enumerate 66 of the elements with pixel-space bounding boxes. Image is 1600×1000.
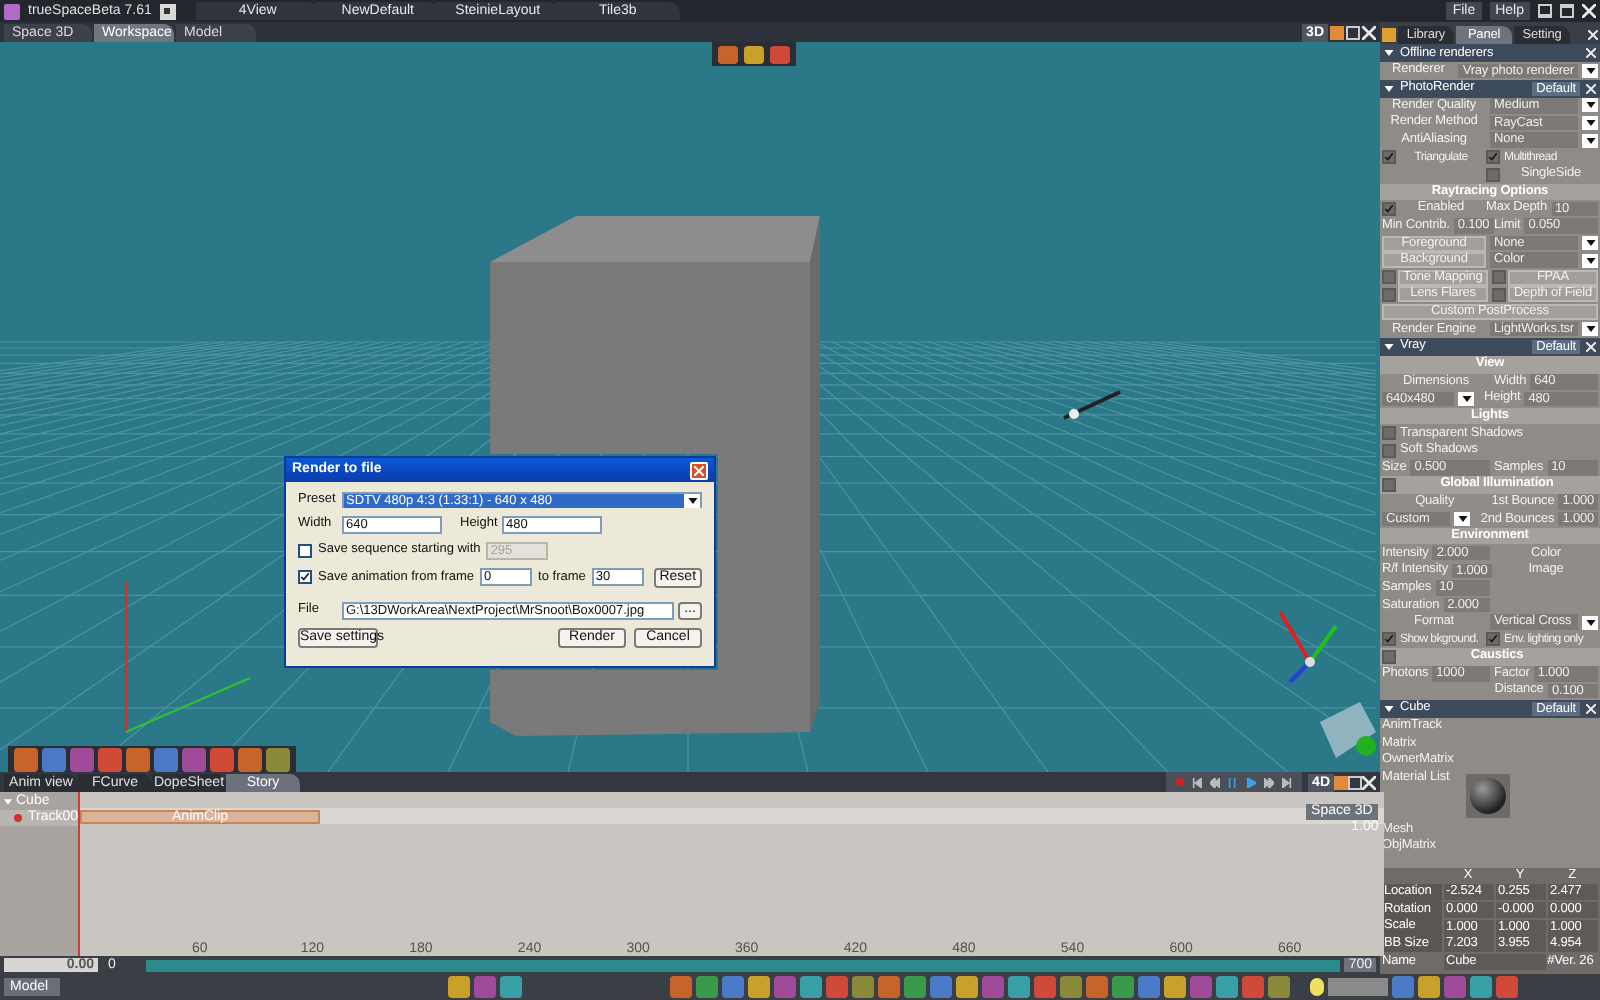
checkbox[interactable]: [1492, 287, 1506, 302]
pause-icon[interactable]: [1228, 777, 1239, 787]
checkbox[interactable]: [1486, 167, 1500, 182]
tool-icon[interactable]: [748, 976, 770, 998]
checkbox[interactable]: [1382, 270, 1396, 285]
checkbox[interactable]: [1382, 443, 1396, 458]
close-icon[interactable]: [1586, 83, 1596, 94]
checkbox[interactable]: [1486, 632, 1500, 647]
dropdown-icon[interactable]: [1582, 115, 1598, 130]
dropdown-icon[interactable]: [1582, 133, 1598, 148]
rewind-icon[interactable]: [1210, 777, 1221, 787]
checkbox[interactable]: [1492, 270, 1506, 285]
checkbox[interactable]: [1382, 201, 1396, 216]
close-icon[interactable]: [1586, 341, 1596, 352]
blank-field[interactable]: [1328, 978, 1388, 996]
close-button[interactable]: [690, 461, 708, 479]
dropdown-icon[interactable]: [1458, 391, 1474, 406]
collapse-icon[interactable]: [1384, 705, 1394, 712]
skip-back-icon[interactable]: [1192, 777, 1203, 787]
fast-forward-icon[interactable]: [1264, 777, 1275, 787]
dropdown-icon[interactable]: [1582, 615, 1598, 630]
tool-icon[interactable]: [448, 976, 470, 998]
checkbox[interactable]: [298, 570, 312, 584]
record-icon[interactable]: [1176, 778, 1185, 786]
collapse-icon[interactable]: [1384, 85, 1394, 92]
checkbox[interactable]: [1382, 287, 1396, 302]
play-icon[interactable]: [1246, 777, 1257, 787]
time-scrollbar[interactable]: [146, 959, 1341, 971]
dropdown-icon[interactable]: [1454, 512, 1471, 527]
close-icon[interactable]: [1582, 4, 1596, 18]
dropdown-icon[interactable]: [1582, 98, 1598, 113]
tool-icon[interactable]: [956, 976, 978, 998]
close-icon[interactable]: [1362, 776, 1376, 790]
material-sphere-icon[interactable]: [1465, 773, 1510, 818]
close-icon[interactable]: [1586, 703, 1596, 714]
axis-gizmo-drawing[interactable]: [124, 582, 251, 734]
checkbox[interactable]: [1382, 426, 1396, 441]
close-icon[interactable]: [1362, 26, 1376, 40]
checkbox[interactable]: [1382, 632, 1396, 647]
tool-icon[interactable]: [1418, 976, 1440, 998]
app-logo-icon: [4, 3, 20, 19]
dropdown-icon[interactable]: [1582, 236, 1598, 251]
maximize-icon[interactable]: [1560, 4, 1574, 18]
checkbox[interactable]: [1382, 150, 1396, 165]
minimize-icon[interactable]: [1538, 4, 1552, 18]
dropdown-icon[interactable]: [684, 493, 700, 507]
checkbox[interactable]: [1486, 150, 1500, 165]
close-icon[interactable]: [1586, 48, 1596, 58]
tool-icon[interactable]: [1164, 976, 1186, 998]
collapse-icon[interactable]: [1384, 343, 1394, 350]
maximize-icon[interactable]: [1346, 26, 1360, 40]
dropdown-icon[interactable]: [1582, 63, 1598, 78]
maximize-icon[interactable]: [1348, 776, 1362, 790]
skip-forward-icon[interactable]: [1282, 777, 1293, 787]
collapse-icon[interactable]: [1384, 50, 1394, 56]
dropdown-icon[interactable]: [1582, 253, 1598, 268]
close-icon[interactable]: [1588, 30, 1598, 40]
dropdown-icon[interactable]: [1582, 322, 1598, 337]
checkbox[interactable]: [1382, 649, 1396, 664]
light-drawing[interactable]: [1063, 390, 1121, 420]
viewport[interactable]: [0, 42, 1380, 772]
expanded-icon[interactable]: [4, 798, 12, 806]
checkbox[interactable]: [1382, 477, 1396, 492]
menu-toggle-icon[interactable]: [159, 3, 176, 19]
bulb-icon[interactable]: [1310, 978, 1324, 996]
orientation-gizmo-drawing[interactable]: [1278, 610, 1338, 684]
